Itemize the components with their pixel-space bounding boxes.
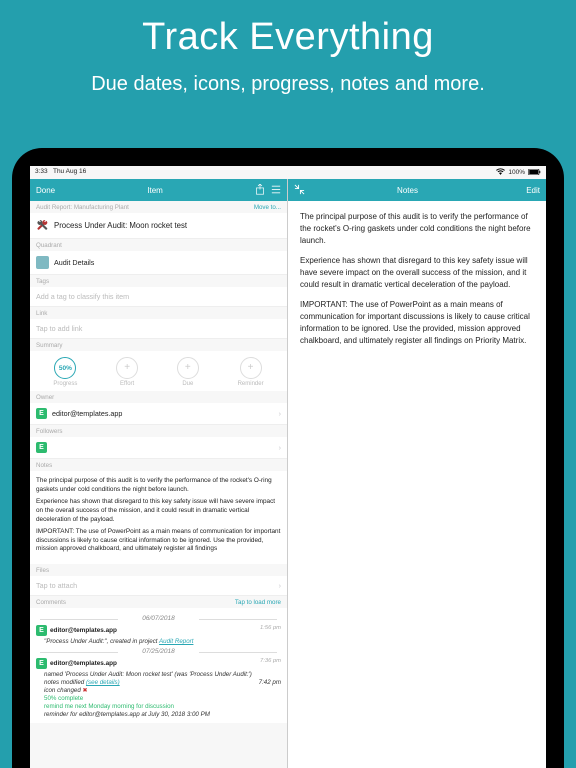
- files-row[interactable]: Tap to attach ›: [30, 576, 287, 596]
- files-label: Files: [30, 564, 287, 576]
- comment-time: 7:42 pm: [259, 679, 281, 686]
- followers-row[interactable]: E ›: [30, 437, 287, 459]
- tablet-frame: 3:33 Thu Aug 16 100% Done Item: [12, 148, 564, 768]
- notes-navbar: Notes Edit: [288, 179, 546, 201]
- notes-p2: Experience has shown that disregard to t…: [300, 255, 534, 291]
- item-panel: Done Item Audit Report: Manufacturing Pl…: [30, 179, 288, 768]
- progress-value: 50%: [59, 365, 72, 372]
- comment-line-reminder-set: reminder for editor@templates.app at Jul…: [44, 711, 281, 718]
- notes-p1: The principal purpose of this audit is t…: [300, 211, 534, 247]
- battery-pct: 100%: [508, 169, 525, 176]
- notes-nav-title: Notes: [305, 186, 510, 195]
- comment-line-notes-modified: notes modified (see details) 7:42 pm: [44, 679, 281, 686]
- quadrant-value: Audit Details: [54, 258, 94, 267]
- comment-body: "Process Under Audit:", created in proje…: [44, 638, 281, 645]
- done-button[interactable]: Done: [36, 186, 55, 195]
- comment-avatar-icon: E: [36, 658, 47, 669]
- quadrant-row[interactable]: Audit Details: [30, 251, 287, 275]
- move-to-link[interactable]: Move to...: [254, 204, 281, 211]
- date-divider: 06/07/2018: [36, 615, 281, 622]
- chevron-right-icon: ›: [279, 581, 281, 590]
- project-link[interactable]: Audit Report: [159, 638, 193, 645]
- comments-feed: 06/07/2018 Eeditor@templates.app 1:56 pm…: [30, 608, 287, 723]
- comment-author: editor@templates.app: [50, 660, 117, 667]
- comment-time: 7:36 pm: [260, 658, 281, 669]
- edit-button[interactable]: Edit: [510, 186, 540, 195]
- reminder-circle[interactable]: + Reminder: [238, 357, 264, 387]
- comment-line-reminder-text: remind me next Monday morning for discus…: [44, 703, 281, 710]
- follower-avatar-icon: E: [36, 442, 47, 453]
- link-placeholder: Tap to add link: [36, 324, 82, 333]
- comments-label: Comments: [36, 599, 66, 606]
- item-title-row[interactable]: Process Under Audit: Moon rocket test: [30, 213, 287, 239]
- battery-icon: [528, 169, 541, 177]
- tags-placeholder: Add a tag to classify this item: [36, 292, 129, 301]
- effort-label: Effort: [120, 381, 134, 387]
- tags-input-row[interactable]: Add a tag to classify this item: [30, 287, 287, 307]
- date-divider: 07/25/2018: [36, 648, 281, 655]
- progress-circle[interactable]: 50% Progress: [53, 357, 77, 387]
- item-navbar: Done Item: [30, 179, 287, 201]
- comment-avatar-icon: E: [36, 625, 47, 636]
- comment-time: 1:56 pm: [260, 625, 281, 636]
- summary-circles: 50% Progress + Effort + Due +: [30, 351, 287, 391]
- notes-label: Notes: [30, 459, 287, 471]
- collapse-icon[interactable]: [294, 184, 305, 197]
- item-title: Process Under Audit: Moon rocket test: [54, 221, 187, 230]
- owner-avatar-icon: E: [36, 408, 47, 419]
- notes-p3: IMPORTANT: The use of PowerPoint as a ma…: [300, 299, 534, 347]
- files-placeholder: Tap to attach: [36, 581, 77, 590]
- due-circle[interactable]: + Due: [177, 357, 199, 387]
- reminder-label: Reminder: [238, 381, 264, 387]
- see-details-link[interactable]: (see details): [86, 679, 120, 686]
- comment-author: editor@templates.app: [50, 627, 117, 634]
- wrench-icon: [36, 219, 49, 232]
- notes-editor[interactable]: The principal purpose of this audit is t…: [288, 201, 546, 365]
- link-input-row[interactable]: Tap to add link: [30, 319, 287, 339]
- chevron-right-icon: ›: [279, 443, 281, 452]
- promo-title: Track Everything: [0, 16, 576, 59]
- notes-panel: Notes Edit The principal purpose of this…: [288, 179, 546, 768]
- effort-circle[interactable]: + Effort: [116, 357, 138, 387]
- comment-line-progress: 50% complete: [44, 695, 281, 702]
- share-icon[interactable]: [255, 184, 265, 197]
- owner-row[interactable]: E editor@templates.app ›: [30, 403, 287, 425]
- quadrant-label: Quadrant: [30, 239, 287, 251]
- notes-preview-p3: IMPORTANT: The use of PowerPoint as a ma…: [36, 528, 281, 554]
- comment-line-rename: named 'Process Under Audit: Moon rocket …: [44, 671, 281, 678]
- owner-label: Owner: [30, 391, 287, 403]
- summary-label: Summary: [30, 339, 287, 351]
- progress-label: Progress: [53, 381, 77, 387]
- promo-banner: Track Everything Due dates, icons, progr…: [0, 0, 576, 96]
- owner-value: editor@templates.app: [52, 409, 122, 418]
- report-header-row: Audit Report: Manufacturing Plant Move t…: [30, 201, 287, 213]
- promo-subtitle: Due dates, icons, progress, notes and mo…: [0, 73, 576, 96]
- close-icon[interactable]: ✖: [83, 687, 88, 694]
- status-bar: 3:33 Thu Aug 16 100%: [30, 166, 546, 179]
- tags-label: Tags: [30, 275, 287, 287]
- wifi-icon: [496, 168, 505, 177]
- followers-label: Followers: [30, 425, 287, 437]
- comments-header-row: Comments Tap to load more: [30, 596, 287, 608]
- menu-icon[interactable]: [271, 185, 281, 196]
- notes-preview-p2: Experience has shown that disregard to t…: [36, 498, 281, 524]
- status-date: Thu Aug 16: [53, 168, 86, 175]
- notes-preview[interactable]: The principal purpose of this audit is t…: [30, 471, 287, 564]
- quadrant-color-icon: [36, 256, 49, 269]
- notes-preview-p1: The principal purpose of this audit is t…: [36, 477, 281, 494]
- item-nav-title: Item: [55, 186, 255, 195]
- report-name: Audit Report: Manufacturing Plant: [36, 204, 129, 211]
- comment-line-icon-changed: icon changed ✖: [44, 687, 281, 694]
- item-scroll[interactable]: Audit Report: Manufacturing Plant Move t…: [30, 201, 287, 768]
- status-time: 3:33: [35, 168, 48, 175]
- screen: 3:33 Thu Aug 16 100% Done Item: [30, 166, 546, 768]
- link-label: Link: [30, 307, 287, 319]
- load-more-link[interactable]: Tap to load more: [235, 599, 281, 606]
- due-label: Due: [182, 381, 193, 387]
- chevron-right-icon: ›: [279, 409, 281, 418]
